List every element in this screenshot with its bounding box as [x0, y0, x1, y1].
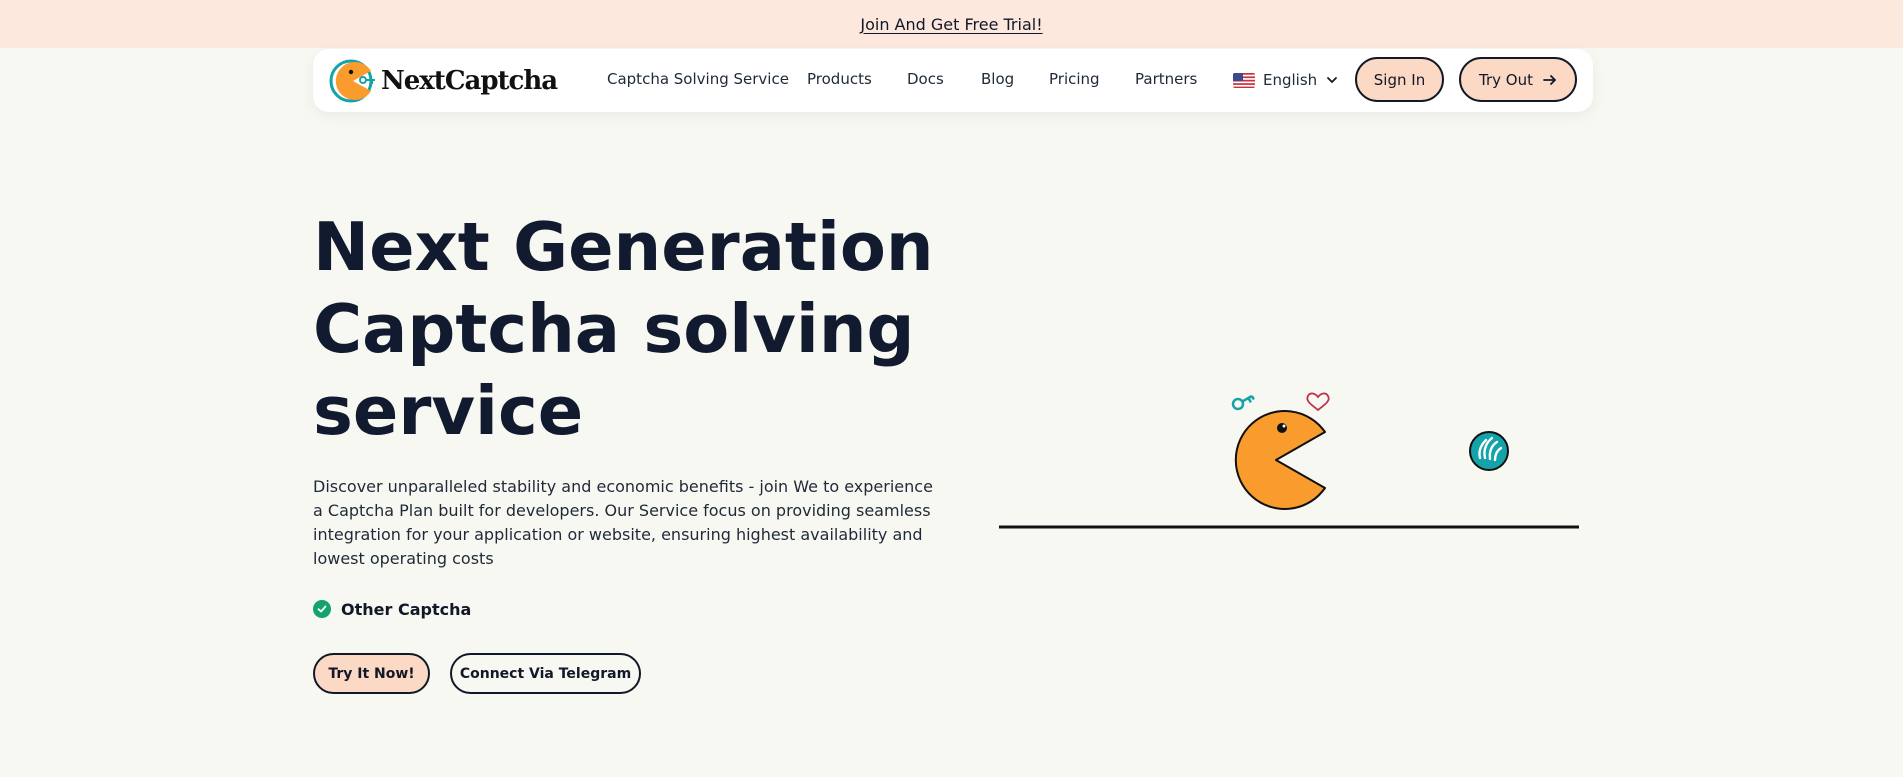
brand-name: NextCaptcha — [381, 65, 558, 96]
hero-title: Next Generation Captcha solving service — [313, 206, 953, 452]
hero-title-line: Captcha solving — [313, 290, 915, 368]
free-trial-link[interactable]: Join And Get Free Trial! — [860, 15, 1042, 34]
sign-in-label: Sign In — [1373, 70, 1426, 89]
us-flag-icon — [1233, 72, 1255, 88]
language-label: English — [1263, 71, 1318, 89]
nav-docs[interactable]: Docs — [907, 70, 944, 88]
brand-logo[interactable]: NextCaptcha — [329, 58, 558, 103]
nav-blog[interactable]: Blog — [981, 70, 1014, 88]
try-out-button[interactable]: Try Out — [1459, 57, 1577, 102]
hero-title-line: service — [313, 372, 584, 450]
key-icon — [1231, 394, 1255, 411]
pacman-character — [1234, 410, 1326, 510]
pacman-key-logo-icon — [329, 59, 375, 103]
nav-products[interactable]: Products — [807, 70, 872, 88]
heart-icon — [1306, 392, 1330, 412]
nav-partners[interactable]: Partners — [1135, 70, 1197, 88]
hero-title-line: Next Generation — [313, 208, 934, 286]
feature-label: Other Captcha — [341, 599, 472, 619]
arrow-right-icon — [1543, 74, 1556, 85]
navbar: NextCaptcha Captcha Solving Service Prod… — [313, 49, 1593, 112]
hero-illustration — [999, 392, 1579, 529]
hero-description: Discover unparalleled stability and econ… — [313, 477, 933, 568]
nav-pricing[interactable]: Pricing — [1049, 70, 1100, 88]
check-circle-icon — [313, 600, 331, 618]
try-out-label: Try Out — [1479, 70, 1533, 89]
connect-telegram-button[interactable]: Connect Via Telegram — [450, 653, 641, 694]
chevron-down-icon — [1327, 77, 1338, 84]
feature-item: Other Captcha — [313, 598, 471, 620]
try-it-now-button[interactable]: Try It Now! — [313, 653, 430, 694]
connect-telegram-label: Connect Via Telegram — [459, 665, 632, 682]
try-it-now-label: Try It Now! — [328, 665, 415, 682]
waving-hand-icon — [1469, 431, 1509, 471]
sign-in-button[interactable]: Sign In — [1355, 57, 1444, 102]
nav-captcha-solving-service[interactable]: Captcha Solving Service — [607, 70, 789, 88]
top-banner: Join And Get Free Trial! — [0, 0, 1903, 48]
language-selector[interactable]: English — [1233, 67, 1339, 93]
